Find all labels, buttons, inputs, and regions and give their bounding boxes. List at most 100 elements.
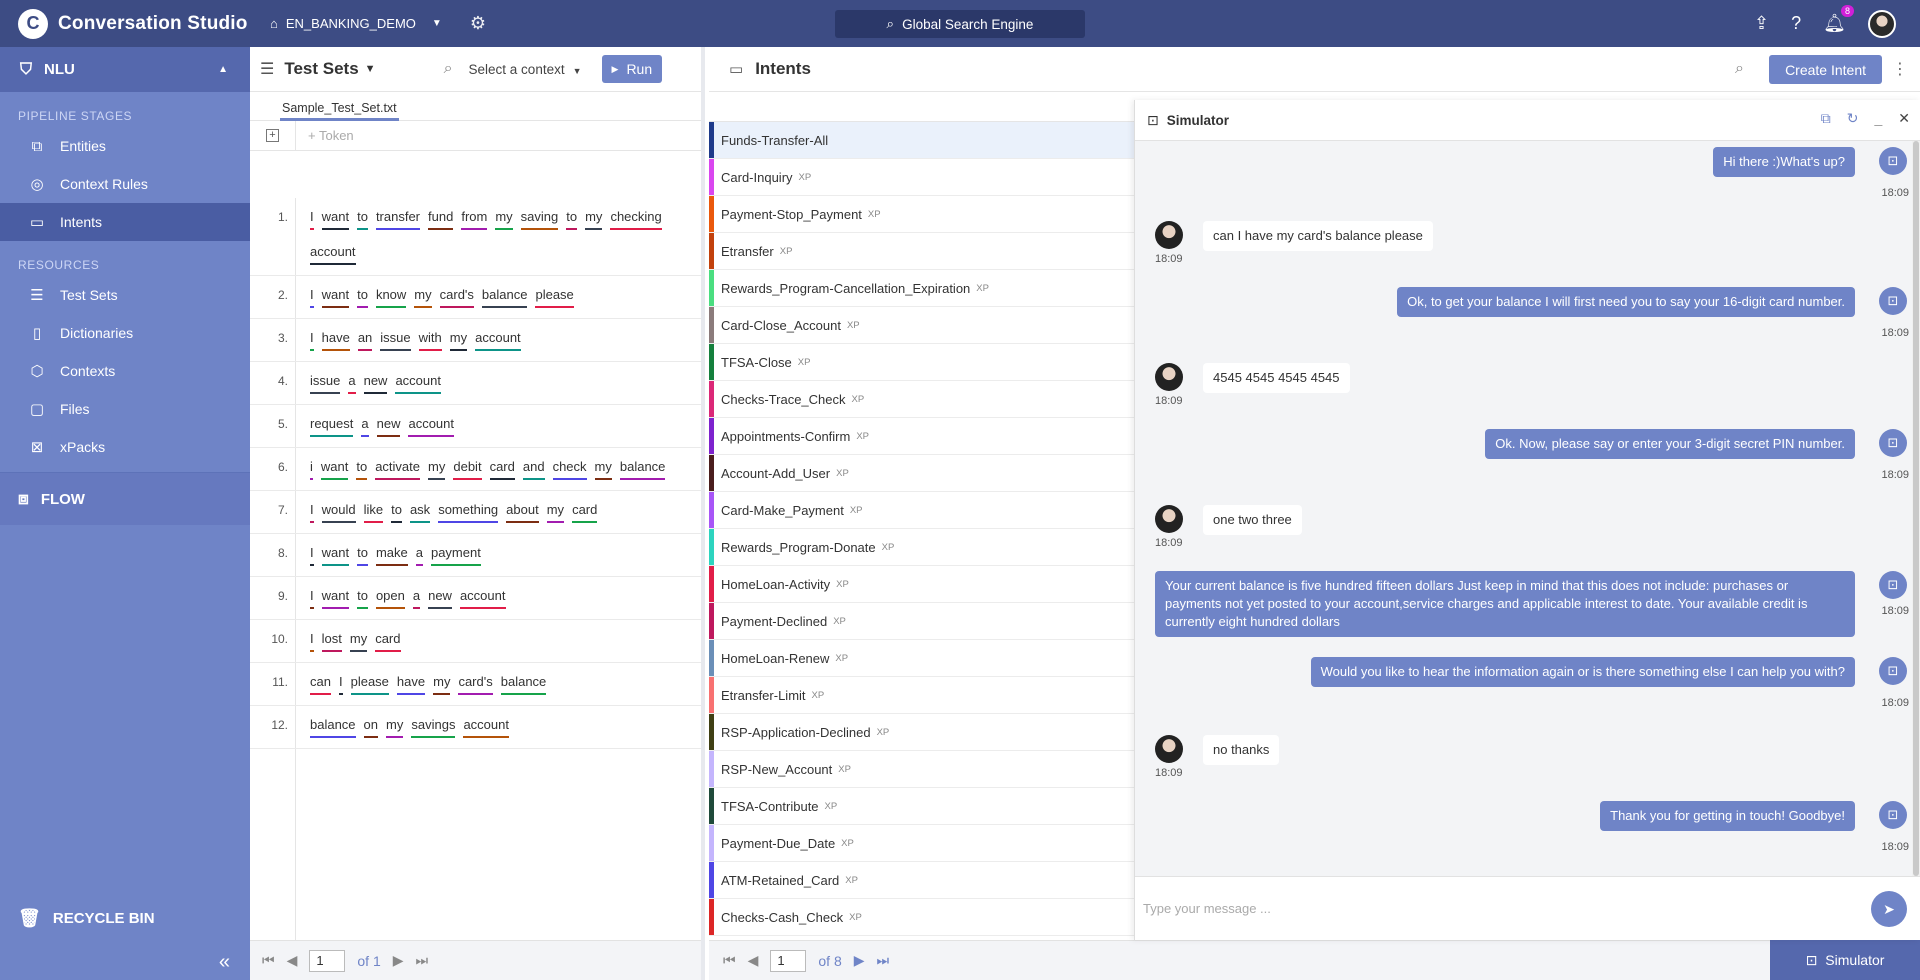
intent-row[interactable]: Account-Add_User XP — [709, 455, 1134, 492]
token[interactable]: something — [438, 501, 499, 523]
message-input[interactable] — [1143, 901, 1823, 916]
intent-row[interactable]: Appointments-Confirm XP — [709, 418, 1134, 455]
token[interactable]: my — [449, 329, 468, 351]
prev-page-icon[interactable]: ◀ — [287, 952, 298, 969]
token[interactable]: request — [310, 415, 354, 437]
token[interactable]: I — [338, 673, 343, 695]
intent-row[interactable]: TFSA-Close XP — [709, 344, 1134, 381]
token[interactable]: a — [361, 415, 369, 437]
token[interactable]: like — [363, 501, 384, 523]
intent-row[interactable]: Payment-Declined XP — [709, 603, 1134, 640]
token[interactable]: my — [386, 716, 404, 738]
sidebar-item-files[interactable]: ▢ Files — [0, 390, 250, 428]
menu-icon[interactable]: ☰ — [260, 59, 274, 79]
test-sets-title[interactable]: Test Sets — [284, 59, 358, 79]
token[interactable]: make — [375, 544, 408, 566]
token[interactable]: account — [395, 372, 441, 394]
token[interactable]: activate — [375, 458, 421, 480]
intent-row[interactable]: TFSA-Contribute XP — [709, 788, 1134, 825]
token[interactable]: a — [415, 544, 423, 566]
token[interactable]: payment — [430, 544, 481, 566]
brand[interactable]: C Conversation Studio — [0, 8, 250, 39]
token[interactable]: I — [310, 630, 314, 652]
intent-row[interactable]: Funds-Transfer-All — [709, 122, 1134, 159]
next-page-icon[interactable]: ▶ — [854, 952, 865, 969]
intent-row[interactable]: Etransfer XP — [709, 233, 1134, 270]
token[interactable]: balance — [310, 716, 356, 738]
token[interactable]: I — [310, 208, 314, 230]
token[interactable]: have — [396, 673, 426, 695]
token[interactable]: a — [348, 372, 356, 394]
sidebar-item-xpacks[interactable]: ⊠ xPacks — [0, 428, 250, 466]
token[interactable]: want — [320, 458, 349, 480]
token[interactable]: card — [572, 501, 598, 523]
intent-row[interactable]: Card-Inquiry XP — [709, 159, 1134, 196]
token[interactable]: balance — [619, 458, 666, 480]
token[interactable]: want — [321, 544, 350, 566]
token[interactable]: i — [310, 458, 313, 480]
intent-row[interactable]: Payment-Due_Date XP — [709, 825, 1134, 862]
intent-row[interactable]: Etransfer-Limit XP — [709, 677, 1134, 714]
sidebar-item-context-rules[interactable]: ◎ Context Rules — [0, 165, 250, 203]
token[interactable]: check — [552, 458, 587, 480]
token[interactable]: an — [357, 329, 373, 351]
token[interactable]: my — [428, 458, 446, 480]
add-icon[interactable]: + — [266, 129, 279, 142]
token[interactable]: card — [489, 458, 515, 480]
token[interactable]: to — [357, 208, 368, 230]
page-input[interactable]: 1 — [770, 949, 807, 972]
page-input[interactable]: 1 — [309, 949, 346, 972]
next-page-icon[interactable]: ▶ — [393, 952, 404, 969]
intent-row[interactable]: HomeLoan-Activity XP — [709, 566, 1134, 603]
intent-row[interactable]: Rewards_Program-Donate XP — [709, 529, 1134, 566]
intent-row[interactable]: RSP-Application-Declined XP — [709, 714, 1134, 751]
token[interactable]: please — [535, 286, 574, 308]
token[interactable]: card — [375, 630, 401, 652]
token[interactable]: debit — [453, 458, 482, 480]
token[interactable]: new — [363, 372, 388, 394]
token[interactable]: would — [321, 501, 356, 523]
token[interactable]: my — [349, 630, 368, 652]
token[interactable]: and — [522, 458, 545, 480]
create-intent-button[interactable]: Create Intent — [1769, 55, 1882, 84]
intent-row[interactable]: Card-Close_Account XP — [709, 307, 1134, 344]
token[interactable]: I — [310, 587, 314, 609]
token[interactable]: issue — [380, 329, 411, 351]
token[interactable]: account — [463, 716, 509, 738]
sidebar-item-entities[interactable]: ⧉ Entities — [0, 127, 250, 165]
help-icon[interactable]: ? — [1791, 13, 1801, 34]
token[interactable]: with — [418, 329, 442, 351]
token[interactable]: I — [310, 286, 314, 308]
sidebar-flow[interactable]: ⧈ FLOW — [0, 473, 250, 525]
token[interactable]: to — [357, 587, 368, 609]
token[interactable]: balance — [500, 673, 547, 695]
sidebar-item-intents[interactable]: ▭ Intents — [0, 203, 250, 241]
test-set-tab[interactable]: Sample_Test_Set.txt — [280, 101, 399, 121]
search-icon[interactable]: ⌕ — [1735, 60, 1744, 78]
token[interactable]: open — [375, 587, 405, 609]
sidebar-item-test-sets[interactable]: ☰ Test Sets — [0, 276, 250, 314]
last-page-icon[interactable]: ⏭︎ — [416, 952, 429, 969]
token[interactable]: my — [546, 501, 565, 523]
token[interactable]: want — [321, 286, 350, 308]
intent-row[interactable]: Checks-Trace_Check XP — [709, 381, 1134, 418]
prev-page-icon[interactable]: ◀ — [748, 952, 759, 969]
token[interactable]: account — [310, 243, 356, 265]
token[interactable]: I — [310, 501, 314, 523]
token[interactable]: new — [428, 587, 452, 609]
token[interactable]: want — [321, 587, 350, 609]
token[interactable]: fund — [428, 208, 454, 230]
intent-row[interactable]: Rewards_Program-Cancellation_Expiration X… — [709, 270, 1134, 307]
token[interactable]: to — [566, 208, 578, 230]
sidebar-item-dictionaries[interactable]: ▯ Dictionaries — [0, 314, 250, 352]
gear-icon[interactable]: ⚙ — [470, 13, 486, 34]
minimize-icon[interactable]: _ — [1874, 110, 1882, 127]
refresh-icon[interactable]: ↻ — [1847, 110, 1859, 127]
close-icon[interactable]: ✕ — [1898, 110, 1910, 127]
intent-row[interactable]: RSP-New_Account XP — [709, 751, 1134, 788]
token[interactable]: have — [321, 329, 350, 351]
intent-row[interactable]: Payment-Stop_Payment XP — [709, 196, 1134, 233]
token[interactable]: account — [475, 329, 521, 351]
token[interactable]: account — [459, 587, 506, 609]
token[interactable]: checking — [610, 208, 662, 230]
